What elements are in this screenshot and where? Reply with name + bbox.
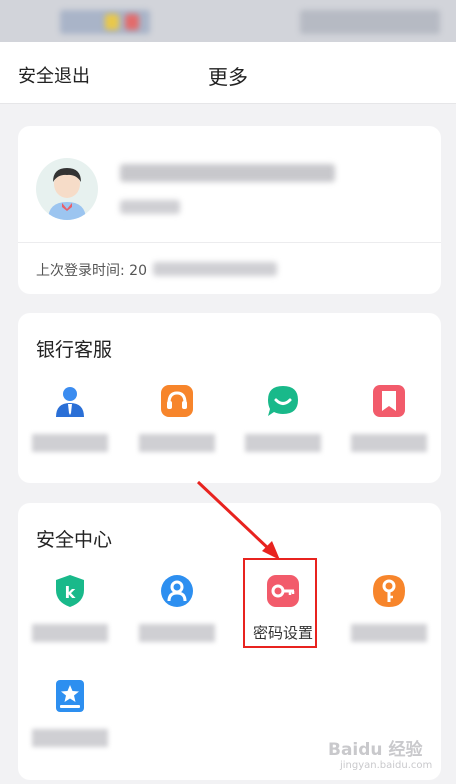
annotation-arrow <box>196 480 280 560</box>
watermark-brand: Baidu 经验 <box>328 740 423 760</box>
watermark: Baidu 经验 jingyan.baidu.com <box>328 735 432 771</box>
watermark-url: jingyan.baidu.com <box>340 760 433 771</box>
